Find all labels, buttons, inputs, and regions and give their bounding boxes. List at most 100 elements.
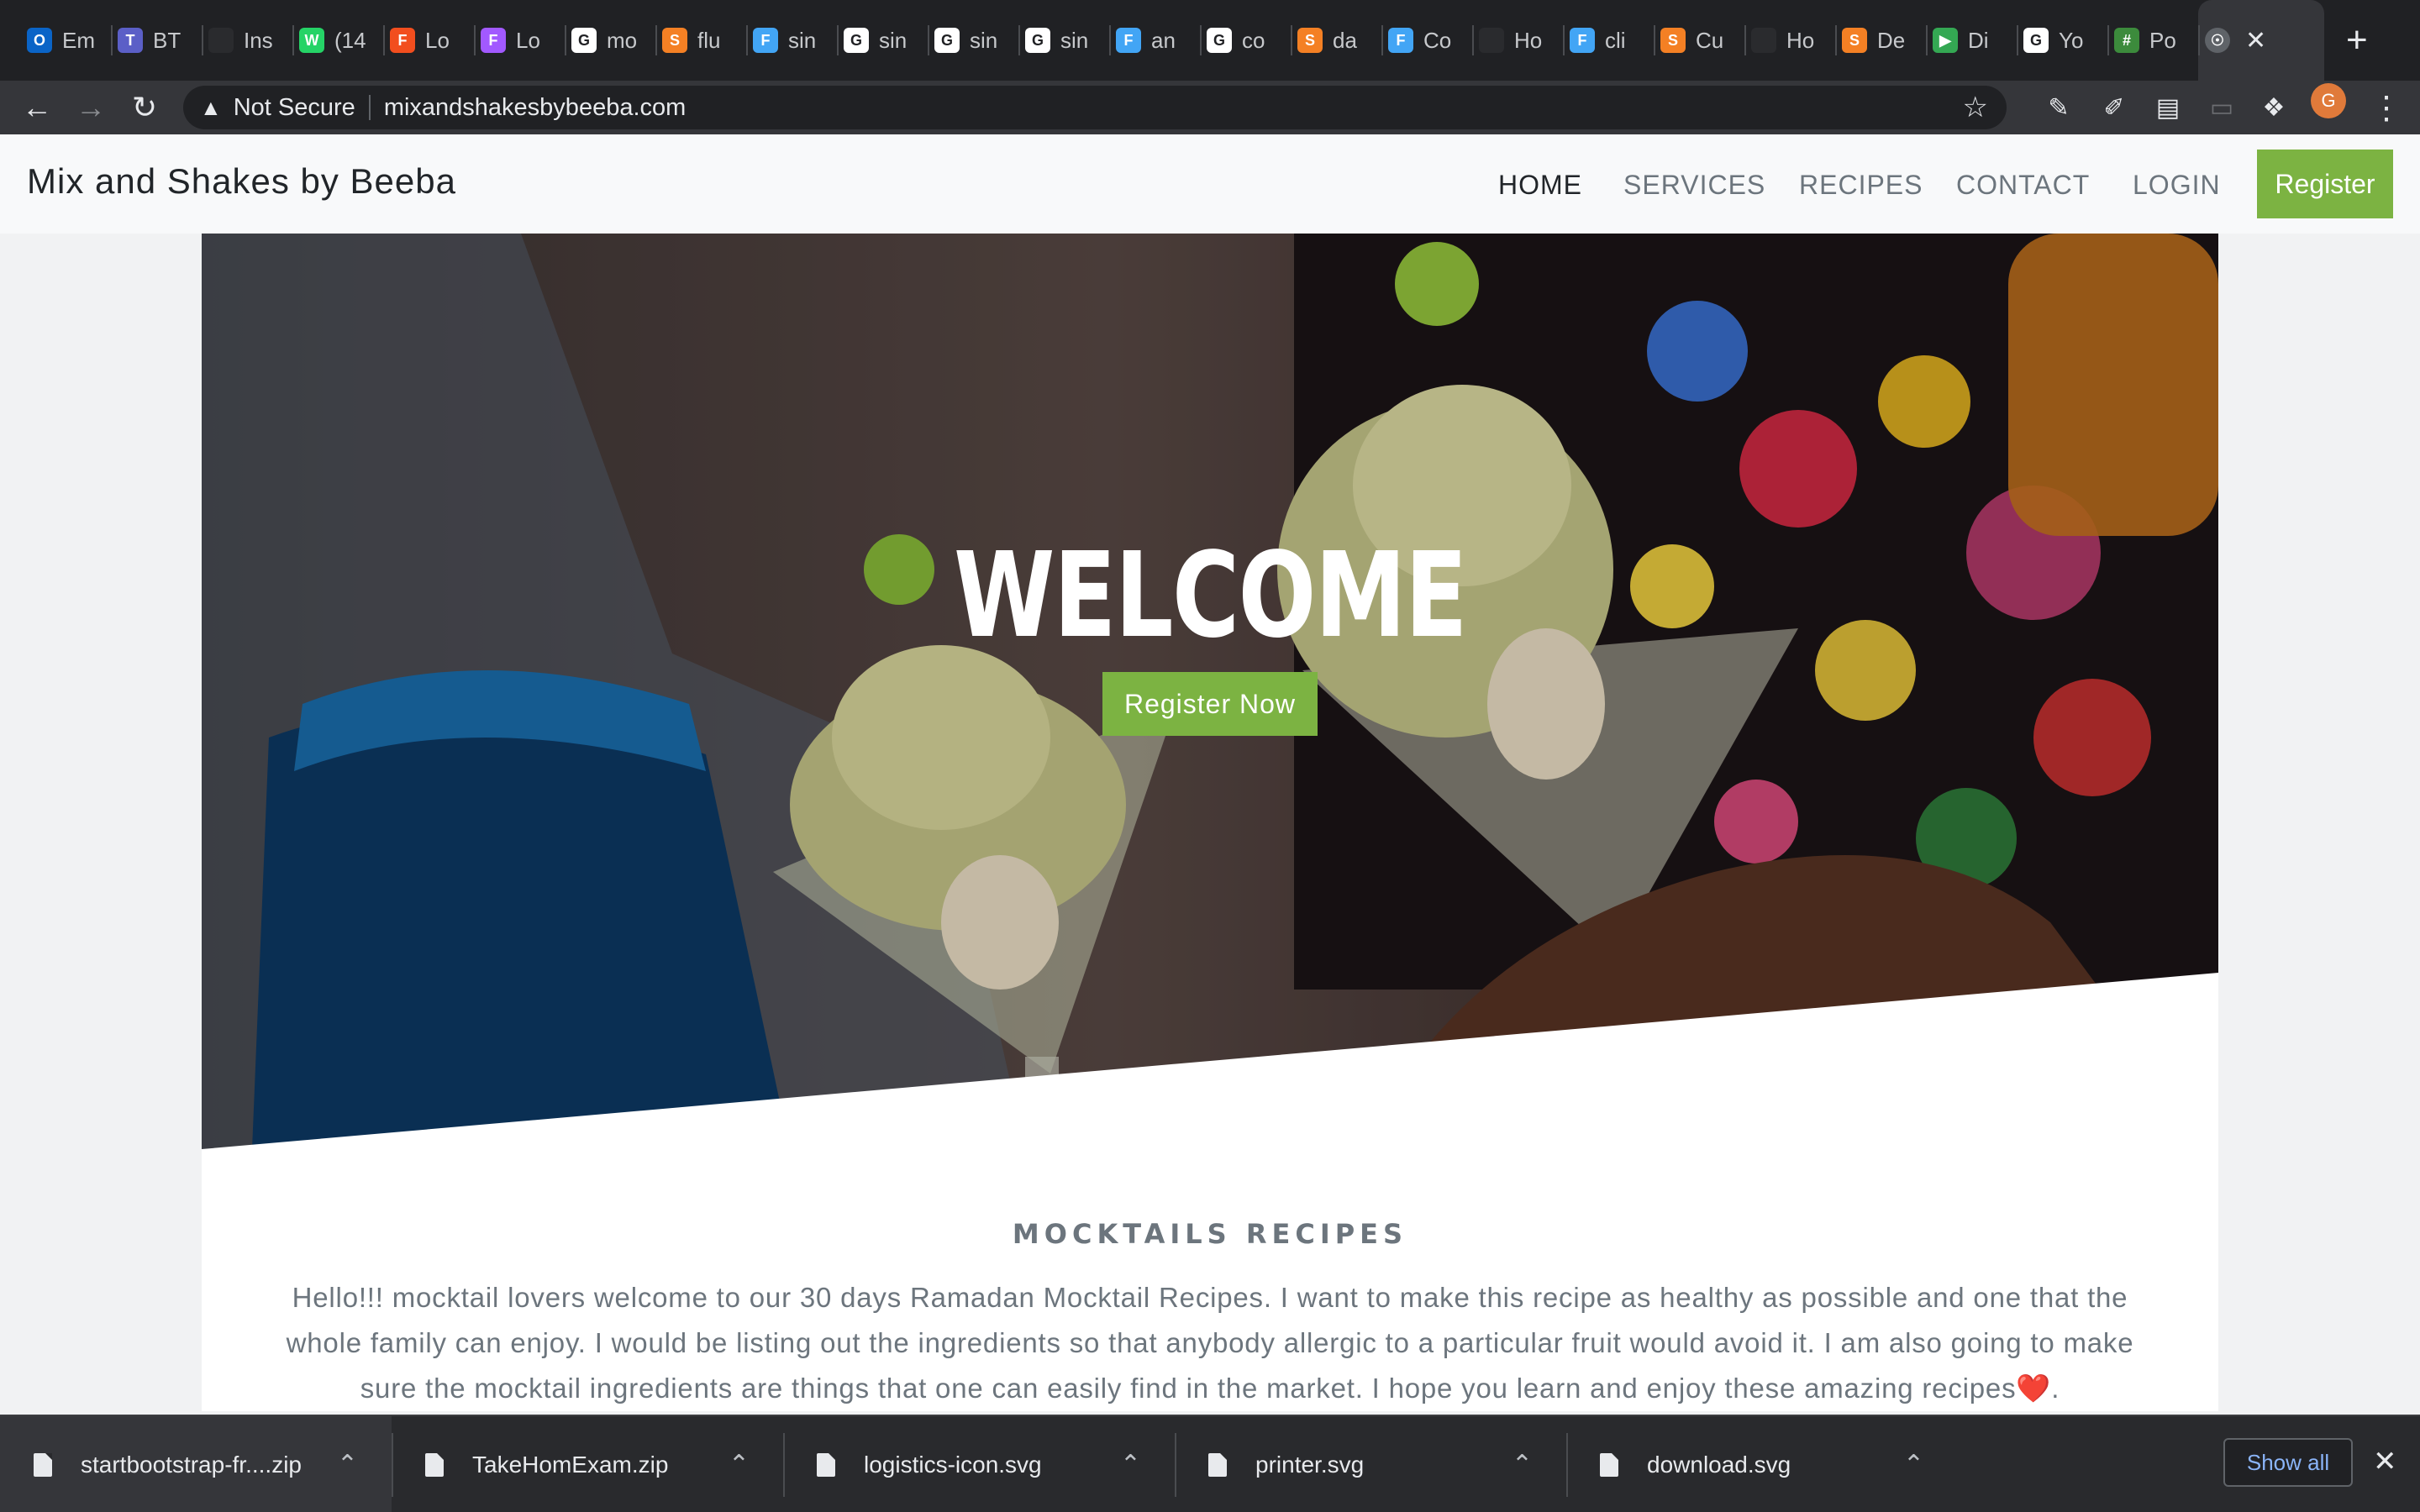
hero-banner: WELCOME Register Now: [202, 234, 2218, 1149]
file-icon: [1600, 1453, 1618, 1477]
active-browser-tab[interactable]: ☉ ✕: [2198, 0, 2324, 81]
nav-login[interactable]: LOGIN: [2133, 170, 2221, 201]
chevron-up-icon[interactable]: ⌃: [1512, 1450, 1533, 1479]
download-filename[interactable]: logistics-icon.svg: [864, 1452, 1042, 1478]
tab-label: (14: [334, 27, 366, 53]
browser-tab[interactable]: ▶ Di: [1926, 0, 2017, 81]
content-container: WELCOME Register Now MOCKTAILS RECIPES H…: [202, 234, 2218, 1411]
back-icon[interactable]: ←: [10, 81, 64, 134]
intro-paragraph: Hello!!! mocktail lovers welcome to our …: [286, 1282, 2134, 1404]
browser-tab[interactable]: S De: [1835, 0, 1926, 81]
browser-tab[interactable]: F Co: [1381, 0, 1472, 81]
browser-tab[interactable]: Ins: [202, 0, 292, 81]
brush-extension-icon[interactable]: ✐: [2097, 91, 2131, 124]
browser-tab[interactable]: F Lo: [383, 0, 474, 81]
browser-tab[interactable]: O Em: [20, 0, 111, 81]
teams-icon: T: [118, 28, 143, 53]
file-icon: [425, 1453, 444, 1477]
site-brand[interactable]: Mix and Shakes by Beeba: [27, 161, 456, 202]
browser-tab[interactable]: Gsin: [837, 0, 928, 81]
browser-tab[interactable]: Fan: [1109, 0, 1200, 81]
browser-tab[interactable]: F Lo: [474, 0, 565, 81]
close-tab-icon[interactable]: ✕: [2245, 26, 2266, 55]
security-label[interactable]: Not Secure: [234, 94, 355, 122]
tab-label: da: [1333, 27, 1357, 53]
browser-tab[interactable]: T BT: [111, 0, 202, 81]
download-item[interactable]: startbootstrap-fr....zip ⌃: [0, 1416, 392, 1512]
browser-tab[interactable]: Sda: [1291, 0, 1381, 81]
github-icon: G: [2023, 28, 2049, 53]
chevron-up-icon[interactable]: ⌃: [729, 1450, 750, 1479]
download-shelf: startbootstrap-fr....zip ⌃ TakeHomExam.zip…: [0, 1415, 2420, 1512]
github-icon: G: [1025, 28, 1050, 53]
browser-tab[interactable]: S Cu: [1654, 0, 1744, 81]
download-filename[interactable]: TakeHomExam.zip: [472, 1452, 668, 1478]
chevron-up-icon[interactable]: ⌃: [1903, 1450, 1924, 1479]
browser-tab[interactable]: Ho: [1472, 0, 1563, 81]
browser-tab[interactable]: W (14: [292, 0, 383, 81]
download-item[interactable]: TakeHomExam.zip ⌃: [392, 1416, 783, 1512]
figma-icon: F: [390, 28, 415, 53]
browser-tab[interactable]: Gco: [1200, 0, 1291, 81]
new-tab-icon[interactable]: +: [2346, 22, 2368, 59]
browser-tab[interactable]: Fsin: [746, 0, 837, 81]
tab-label: sin: [970, 27, 998, 53]
browser-tab[interactable]: G Yo: [2017, 0, 2107, 81]
file-icon: [817, 1453, 835, 1477]
flutter-icon: F: [1570, 28, 1595, 53]
show-all-downloads-button[interactable]: Show all: [2223, 1438, 2353, 1487]
close-download-shelf-icon[interactable]: ✕: [2373, 1445, 2397, 1478]
browser-tab[interactable]: Ho: [1744, 0, 1835, 81]
download-filename[interactable]: printer.svg: [1255, 1452, 1364, 1478]
browser-menu-icon[interactable]: ⋮: [2370, 81, 2403, 134]
section-title: MOCKTAILS RECIPES: [1012, 1218, 1408, 1250]
url-text[interactable]: mixandshakesbybeeba.com: [384, 94, 686, 122]
pen-extension-icon[interactable]: ✎: [2042, 91, 2075, 124]
nav-home[interactable]: HOME: [1498, 170, 1582, 201]
tab-label: Lo: [516, 27, 540, 53]
tab-label: Em: [62, 27, 95, 53]
dark-app-icon: [208, 28, 234, 53]
browser-tab[interactable]: Fcli: [1563, 0, 1654, 81]
forward-icon[interactable]: →: [64, 81, 118, 134]
download-filename[interactable]: download.svg: [1647, 1452, 1791, 1478]
hash-icon: #: [2114, 28, 2139, 53]
download-filename[interactable]: startbootstrap-fr....zip: [81, 1452, 302, 1478]
tab-strip: O Em T BT Ins W (14 F Lo F Lo Gmo Sflu Fsin Gsin Gsin Gs…: [0, 0, 2420, 81]
flutter-icon: F: [1116, 28, 1141, 53]
download-item[interactable]: download.svg ⌃: [1566, 1416, 1958, 1512]
nav-contact[interactable]: CONTACT: [1956, 170, 2090, 201]
tab-label: De: [1877, 27, 1906, 53]
bookmark-star-icon[interactable]: ☆: [1963, 91, 1988, 124]
nav-services[interactable]: SERVICES: [1623, 170, 1765, 201]
browser-tab[interactable]: # Po: [2107, 0, 2198, 81]
address-bar[interactable]: ▲ Not Secure mixandshakesbybeeba.com ☆: [183, 86, 2007, 129]
tab-label: BT: [153, 27, 182, 53]
flutter-icon: F: [1388, 28, 1413, 53]
browser-tab[interactable]: Gsin: [928, 0, 1018, 81]
chevron-up-icon[interactable]: ⌃: [337, 1450, 358, 1479]
register-button[interactable]: Register: [2257, 150, 2393, 218]
extensions-puzzle-icon[interactable]: ❖: [2257, 91, 2291, 124]
nav-recipes[interactable]: RECIPES: [1799, 170, 1923, 201]
register-now-button[interactable]: Register Now: [1102, 672, 1318, 736]
tab-label: Cu: [1696, 27, 1724, 53]
stackoverflow-icon: S: [1842, 28, 1867, 53]
google-play-icon: ▶: [1933, 28, 1958, 53]
tab-label: Di: [1968, 27, 1989, 53]
browser-tab[interactable]: Gmo: [565, 0, 655, 81]
browser-tab[interactable]: Gsin: [1018, 0, 1109, 81]
reload-icon[interactable]: ↻: [118, 81, 171, 134]
chevron-up-icon[interactable]: ⌃: [1120, 1450, 1141, 1479]
stackoverflow-icon: S: [662, 28, 687, 53]
profile-avatar[interactable]: G: [2311, 83, 2346, 118]
browser-tab[interactable]: Sflu: [655, 0, 746, 81]
download-item[interactable]: logistics-icon.svg ⌃: [783, 1416, 1175, 1512]
cast-extension-icon[interactable]: ▭: [2205, 91, 2238, 124]
tab-label: cli: [1605, 27, 1626, 53]
github-icon: G: [934, 28, 960, 53]
tab-label: flu: [697, 27, 721, 53]
download-item[interactable]: printer.svg ⌃: [1175, 1416, 1566, 1512]
document-extension-icon[interactable]: ▤: [2151, 91, 2185, 124]
dark-app-icon: [1479, 28, 1504, 53]
